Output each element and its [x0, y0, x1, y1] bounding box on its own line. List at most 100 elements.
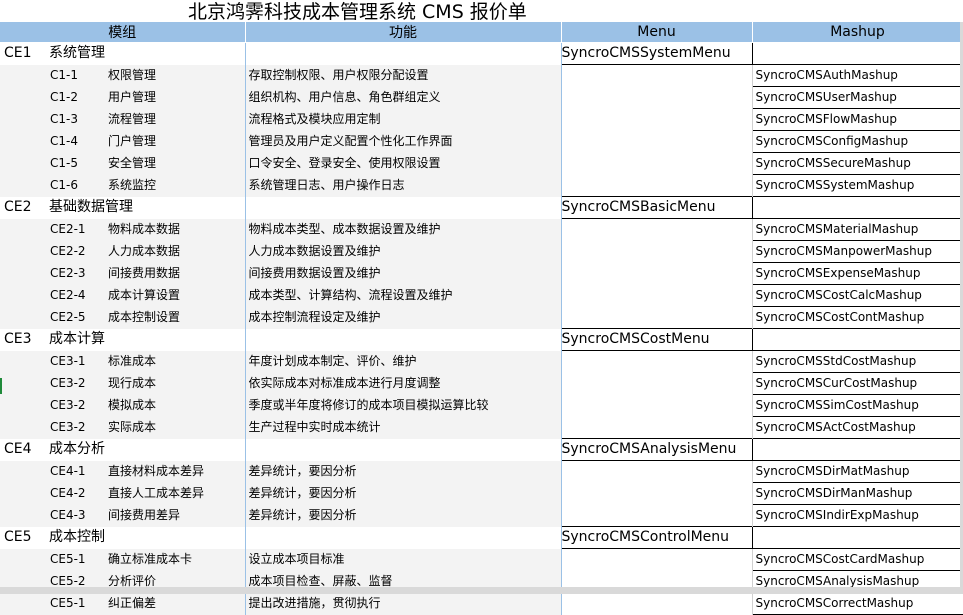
menu-cell[interactable]	[560, 460, 753, 483]
menu-cell[interactable]	[560, 372, 753, 395]
mashup-cell[interactable]: SyncroCMSCurCostMashup	[751, 372, 963, 395]
function-cell[interactable]	[245, 42, 562, 65]
module-cell[interactable]: CE2 基础数据管理	[0, 196, 246, 219]
module-cell[interactable]: CE2-1 物料成本数据	[0, 218, 246, 241]
mashup-cell[interactable]: SyncroCMSCostCalcMashup	[751, 284, 963, 307]
module-cell[interactable]: CE5-1 纠正偏差	[0, 592, 246, 615]
mashup-cell[interactable]: SyncroCMSSystemMashup	[751, 174, 963, 197]
function-cell[interactable]: 管理员及用户定义配置个性化工作界面	[245, 130, 562, 153]
function-cell[interactable]: 流程格式及模块应用定制	[245, 108, 562, 131]
module-cell[interactable]: CE2-2 人力成本数据	[0, 240, 246, 263]
function-cell[interactable]: 提出改进措施，贯彻执行	[245, 592, 562, 615]
function-cell[interactable]	[245, 438, 562, 461]
mashup-cell[interactable]	[752, 196, 963, 219]
menu-cell[interactable]	[560, 152, 753, 175]
module-cell[interactable]: CE2-4 成本计算设置	[0, 284, 246, 307]
menu-cell[interactable]	[560, 174, 753, 197]
mashup-cell[interactable]: SyncroCMSFlowMashup	[751, 108, 963, 131]
function-cell[interactable]: 物料成本类型、成本数据设置及维护	[245, 218, 562, 241]
function-cell[interactable]	[245, 328, 562, 351]
menu-cell[interactable]	[560, 592, 753, 615]
function-cell[interactable]: 成本控制流程设定及维护	[245, 306, 562, 329]
module-cell[interactable]: CE1 系统管理	[0, 42, 246, 65]
module-cell[interactable]: C1-3 流程管理	[0, 108, 246, 131]
module-cell[interactable]: CE4-2 直接人工成本差异	[0, 482, 246, 505]
mashup-cell[interactable]: SyncroCMSDirManMashup	[751, 482, 963, 505]
mashup-cell[interactable]: SyncroCMSStdCostMashup	[751, 350, 963, 373]
module-cell[interactable]: CE5 成本控制	[0, 526, 246, 549]
function-cell[interactable]: 间接费用数据设置及维护	[245, 262, 562, 285]
function-cell[interactable]	[245, 526, 562, 549]
function-cell[interactable]: 年度计划成本制定、评价、维护	[245, 350, 562, 373]
module-cell[interactable]: CE3-2 模拟成本	[0, 394, 246, 417]
mashup-cell[interactable]: SyncroCMSCostContMashup	[751, 306, 963, 329]
mashup-cell[interactable]	[752, 328, 963, 351]
header-module[interactable]: 模组	[0, 22, 246, 43]
mashup-cell[interactable]: SyncroCMSActCostMashup	[751, 416, 963, 439]
module-cell[interactable]: C1-4 门户管理	[0, 130, 246, 153]
menu-cell[interactable]: SyncroCMSControlMenu	[560, 526, 753, 549]
mashup-cell[interactable]: SyncroCMSCorrectMashup	[751, 592, 963, 615]
menu-cell[interactable]	[560, 350, 753, 373]
menu-cell[interactable]	[560, 306, 753, 329]
menu-cell[interactable]: SyncroCMSBasicMenu	[560, 196, 753, 219]
module-cell[interactable]: CE4-3 间接费用差异	[0, 504, 246, 527]
menu-cell[interactable]: SyncroCMSCostMenu	[560, 328, 753, 351]
header-function[interactable]: 功能	[245, 22, 562, 43]
menu-cell[interactable]	[560, 548, 753, 571]
mashup-cell[interactable]: SyncroCMSCostCardMashup	[751, 548, 963, 571]
function-cell[interactable]: 成本类型、计算结构、流程设置及维护	[245, 284, 562, 307]
module-cell[interactable]: CE2-3 间接费用数据	[0, 262, 246, 285]
module-cell[interactable]: C1-1 权限管理	[0, 64, 246, 87]
function-cell[interactable]: 组织机构、用户信息、角色群组定义	[245, 86, 562, 109]
function-cell[interactable]: 存取控制权限、用户权限分配设置	[245, 64, 562, 87]
menu-cell[interactable]: SyncroCMSAnalysisMenu	[560, 438, 753, 461]
function-cell[interactable]: 系统管理日志、用户操作日志	[245, 174, 562, 197]
module-cell[interactable]: CE4 成本分析	[0, 438, 246, 461]
menu-cell[interactable]	[560, 416, 753, 439]
mashup-cell[interactable]: SyncroCMSIndirExpMashup	[751, 504, 963, 527]
menu-cell[interactable]	[560, 86, 753, 109]
function-cell[interactable]: 差异统计，要因分析	[245, 482, 562, 505]
menu-cell[interactable]	[560, 262, 753, 285]
mashup-cell[interactable]	[752, 42, 963, 65]
menu-cell[interactable]	[560, 240, 753, 263]
module-cell[interactable]: CE3-1 标准成本	[0, 350, 246, 373]
mashup-cell[interactable]: SyncroCMSUserMashup	[751, 86, 963, 109]
header-menu[interactable]: Menu	[561, 22, 753, 43]
menu-cell[interactable]	[560, 482, 753, 505]
function-cell[interactable]: 人力成本数据设置及维护	[245, 240, 562, 263]
module-cell[interactable]: C1-5 安全管理	[0, 152, 246, 175]
menu-cell[interactable]: SyncroCMSSystemMenu	[560, 42, 753, 65]
menu-cell[interactable]	[560, 504, 753, 527]
mashup-cell[interactable]: SyncroCMSConfigMashup	[751, 130, 963, 153]
mashup-cell[interactable]: SyncroCMSAuthMashup	[751, 64, 963, 87]
menu-cell[interactable]	[560, 130, 753, 153]
function-cell[interactable]: 差异统计，要因分析	[245, 460, 562, 483]
mashup-cell[interactable]: SyncroCMSDirMatMashup	[751, 460, 963, 483]
module-cell[interactable]: C1-2 用户管理	[0, 86, 246, 109]
menu-cell[interactable]	[560, 394, 753, 417]
module-cell[interactable]: CE5-1 确立标准成本卡	[0, 548, 246, 571]
mashup-cell[interactable]: SyncroCMSSecureMashup	[751, 152, 963, 175]
module-cell[interactable]: CE3-2 现行成本	[0, 372, 246, 395]
mashup-cell[interactable]	[752, 526, 963, 549]
mashup-cell[interactable]: SyncroCMSSimCostMashup	[751, 394, 963, 417]
module-cell[interactable]: C1-6 系统监控	[0, 174, 246, 197]
menu-cell[interactable]	[560, 108, 753, 131]
menu-cell[interactable]	[560, 284, 753, 307]
function-cell[interactable]: 设立成本项目标准	[245, 548, 562, 571]
module-cell[interactable]: CE3-2 实际成本	[0, 416, 246, 439]
header-mashup[interactable]: Mashup	[752, 22, 963, 43]
module-cell[interactable]: CE3 成本计算	[0, 328, 246, 351]
mashup-cell[interactable]: SyncroCMSMaterialMashup	[751, 218, 963, 241]
function-cell[interactable]: 生产过程中实时成本统计	[245, 416, 562, 439]
mashup-cell[interactable]: SyncroCMSManpowerMashup	[751, 240, 963, 263]
function-cell[interactable]: 季度或半年度将修订的成本项目模拟运算比较	[245, 394, 562, 417]
menu-cell[interactable]	[560, 64, 753, 87]
menu-cell[interactable]	[560, 218, 753, 241]
function-cell[interactable]: 差异统计，要因分析	[245, 504, 562, 527]
mashup-cell[interactable]	[752, 438, 963, 461]
module-cell[interactable]: CE2-5 成本控制设置	[0, 306, 246, 329]
mashup-cell[interactable]: SyncroCMSExpenseMashup	[751, 262, 963, 285]
